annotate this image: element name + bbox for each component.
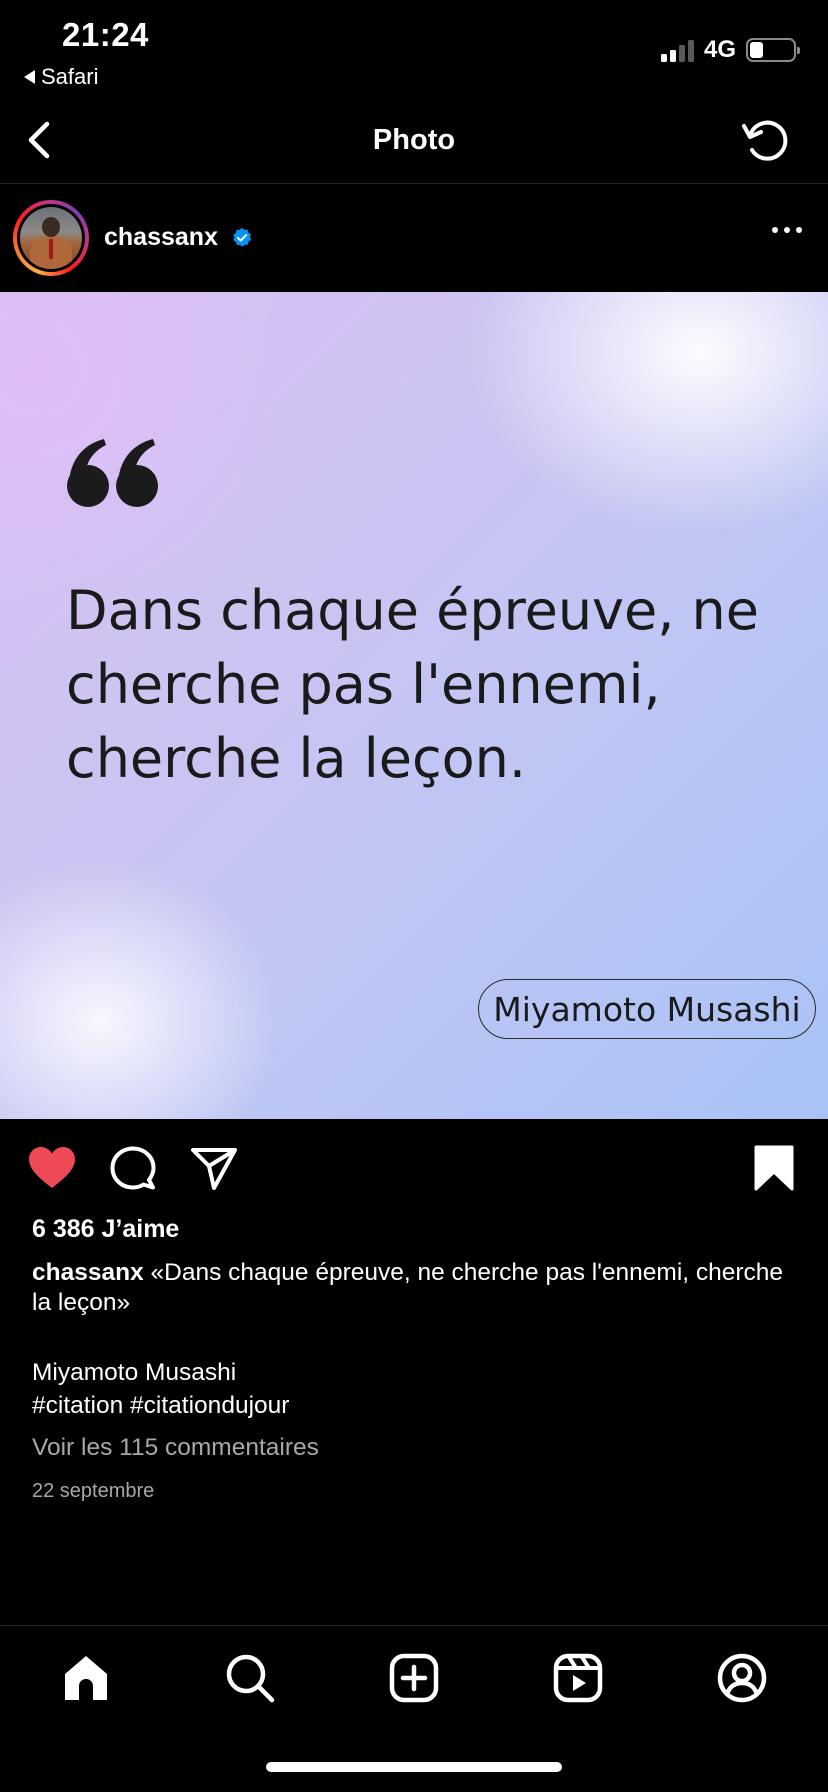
signal-icon xyxy=(660,38,694,62)
battery-icon xyxy=(746,38,800,62)
back-triangle-icon xyxy=(24,70,35,84)
avatar[interactable] xyxy=(13,200,89,276)
post-date: 22 septembre xyxy=(32,1480,155,1502)
bookmark-icon[interactable] xyxy=(752,1144,796,1192)
network-type: 4G xyxy=(703,36,736,63)
reels-icon[interactable] xyxy=(552,1652,604,1704)
page-title: Photo xyxy=(372,124,456,156)
image-quote-text: Dans chaque épreuve, ne cherche pas l'en… xyxy=(66,579,760,790)
caption-hashtags[interactable]: #citation #citationdujour xyxy=(32,1389,289,1422)
share-icon[interactable] xyxy=(188,1144,240,1192)
bottom-tab-bar xyxy=(0,1625,828,1725)
back-to-safari-link[interactable]: Safari xyxy=(24,64,98,90)
back-app-label: Safari xyxy=(41,64,99,89)
comment-icon[interactable] xyxy=(107,1144,159,1192)
nav-header: Photo xyxy=(0,100,828,184)
profile-icon[interactable] xyxy=(716,1652,768,1704)
refresh-icon[interactable] xyxy=(740,116,792,168)
post-caption: chassanx «Dans chaque épreuve, ne cherch… xyxy=(32,1258,802,1318)
caption-author: Miyamoto Musashi xyxy=(32,1359,237,1386)
heart-icon[interactable] xyxy=(26,1144,78,1192)
view-comments-link[interactable]: Voir les 115 commentaires xyxy=(32,1434,319,1462)
search-icon[interactable] xyxy=(224,1652,276,1704)
status-indicators: 4G xyxy=(660,36,800,64)
caption-extra: Miyamoto Musashi #citation #citationdujo… xyxy=(32,1356,289,1422)
verified-badge-icon xyxy=(233,227,252,247)
more-options-icon[interactable] xyxy=(772,227,802,233)
create-icon[interactable] xyxy=(388,1652,440,1704)
post-actions xyxy=(0,1130,828,1206)
quote-mark-icon xyxy=(67,439,158,507)
post-header: chassanx xyxy=(0,185,828,291)
post-username[interactable]: chassanx xyxy=(104,223,218,252)
post-image[interactable]: Dans chaque épreuve, ne cherche pas l'en… xyxy=(0,292,828,1119)
home-indicator[interactable] xyxy=(266,1762,562,1772)
status-time: 21:24 xyxy=(62,16,149,53)
image-author-pill: Miyamoto Musashi xyxy=(478,979,816,1039)
home-icon[interactable] xyxy=(60,1652,112,1704)
caption-text: «Dans chaque épreuve, ne cherche pas l'e… xyxy=(32,1259,784,1316)
caption-username[interactable]: chassanx xyxy=(32,1259,144,1286)
like-count[interactable]: 6 386 J’aime xyxy=(32,1215,179,1244)
